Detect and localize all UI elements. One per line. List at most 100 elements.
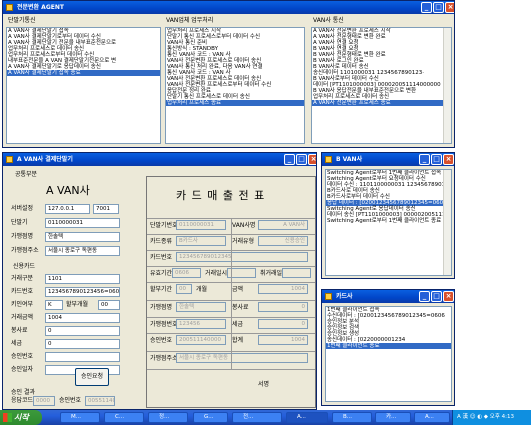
receipt-value: B카드사 — [176, 236, 226, 246]
minimize-button[interactable]: _ — [419, 154, 430, 165]
receipt-label: 취거래일 — [260, 270, 283, 277]
cardco-titlebar[interactable]: 카드사 _ □ × — [322, 290, 454, 303]
col-header-van-comm: VAN사 통신 — [313, 17, 344, 24]
taskbar-button[interactable]: B... — [332, 412, 372, 423]
receipt-value: 123456 — [176, 319, 226, 329]
taskbar-button[interactable]: G... — [193, 412, 228, 423]
log-line[interactable]: 업무처리 프로세스 종료 — [166, 100, 304, 106]
cardco-window: 카드사 _ □ × 1번째 클라이언트 접속 수신데이터 : [020012345… — [321, 289, 455, 406]
field-label: 봉사료 — [11, 327, 28, 334]
maximize-button[interactable]: □ — [296, 154, 307, 165]
cardco-title: 카드사 — [336, 293, 353, 300]
cardco-log[interactable]: 1번째 클라이언트 접속 수신데이터 : [0200123456789012345… — [325, 306, 452, 402]
receipt-value: 1004 — [258, 335, 308, 345]
scrollbar[interactable] — [443, 28, 451, 143]
receipt-panel: 카 드 매 출 전 표 단말기번호 0110000031 VAN사명 A VAN사 카드… — [146, 176, 316, 408]
taskbar-button[interactable]: 전... — [232, 412, 282, 423]
approval-no-label: 승인번호 — [59, 397, 82, 404]
app-icon — [6, 4, 13, 11]
taskbar-button[interactable]: 카... — [375, 412, 411, 423]
receipt-label: 유효기간 — [150, 270, 173, 277]
taskbar-button[interactable]: C... — [104, 412, 144, 423]
common-group-label: 공통부분 — [15, 171, 38, 178]
minimize-button[interactable]: _ — [284, 154, 295, 165]
approve-request-button[interactable]: 승인요청 — [75, 368, 109, 386]
receipt-value — [282, 268, 311, 278]
minimize-button[interactable]: _ — [421, 2, 432, 13]
taskbar-button[interactable]: 정... — [148, 412, 188, 423]
windows-flag-icon — [3, 413, 12, 422]
receipt-value: 한솔텍 — [176, 302, 226, 312]
receipt-label: 할부기간 — [150, 286, 173, 293]
installment-input[interactable]: 00 — [98, 300, 120, 310]
result-group-label: 승인 결과 — [11, 389, 35, 396]
receipt-label: 거래유형 — [232, 238, 255, 245]
terminal-log[interactable]: A VAN사 결제단말기 접속 A VAN사 결제단말기로부터 데이터 수신 A V… — [6, 27, 161, 144]
credit-group-label: 신용카드 — [13, 263, 36, 270]
field-label: 가맹점주소 — [11, 247, 39, 254]
receipt-label: 거래일시 — [205, 270, 228, 277]
agent-window: 전문변환 AGENT _ □ × 단말기통신 VAN업체 업무처리 VAN사 통… — [2, 0, 455, 148]
credit-field-input[interactable]: 1234567890123456=0606 — [45, 287, 120, 297]
taskbar: 시작 M... C... 정... G... 전... A... B... 카... A... … — [0, 410, 531, 425]
log-line[interactable]: 1번째 클라이언트 종료 — [326, 343, 451, 349]
close-button[interactable]: × — [443, 154, 454, 165]
col-header-terminal: 단말기통신 — [8, 17, 36, 24]
receipt-title: 카 드 매 출 전 표 — [176, 189, 266, 202]
agent-title: 전문변환 AGENT — [17, 4, 64, 11]
log-line[interactable]: Switching Agent로부터 1번째 클라이언트 종료 — [326, 218, 451, 224]
van-comm-log[interactable]: A VAN사 전문변환 프로세스 시작 A VAN사 전문형태로 변환 완료 A V… — [311, 27, 452, 144]
tray-icons: ☺ ◐ ◆ — [469, 414, 489, 420]
close-button[interactable]: × — [443, 291, 454, 302]
maximize-button[interactable]: □ — [431, 154, 442, 165]
credit-field-input[interactable] — [45, 352, 120, 362]
receipt-label: 가맹점명 — [150, 304, 173, 311]
receipt-label: VAN사명 — [232, 222, 256, 229]
server-port-input[interactable]: 7001 — [93, 204, 119, 214]
receipt-label: 카드종류 — [150, 238, 173, 245]
credit-field-input[interactable]: 0 — [45, 326, 120, 336]
scrollbar[interactable] — [443, 170, 451, 275]
server-ip-input[interactable]: 127.0.0.1 — [45, 204, 90, 214]
brand-label: A VAN사 — [46, 184, 90, 197]
agent-titlebar[interactable]: 전문변환 AGENT _ □ × — [3, 1, 454, 14]
receipt-col-line — [231, 218, 232, 370]
close-button[interactable]: × — [445, 2, 454, 13]
credit-field-input[interactable]: K — [45, 300, 63, 310]
credit-field-input[interactable]: 1101 — [45, 274, 120, 284]
taskbar-button[interactable]: A... — [286, 412, 328, 423]
taskbar-button[interactable]: A... — [414, 412, 450, 423]
credit-field-input[interactable]: 1004 — [45, 313, 120, 323]
bvan-titlebar[interactable]: B VAN사 _ □ × — [322, 153, 454, 166]
maximize-button[interactable]: □ — [433, 2, 444, 13]
close-button[interactable]: × — [308, 154, 316, 165]
log-line[interactable]: A VAN사 결제단말기 접속 종료 — [7, 70, 160, 76]
merchant-name-input[interactable]: 한솔텍 — [45, 232, 120, 242]
bvan-log[interactable]: Switching Agent로부터 1번째 클라이언트 접속 Switching… — [325, 169, 452, 276]
installment-label: 할부개월 — [66, 301, 89, 308]
log-line[interactable]: A VAN사 전문변환 프로세스 종료 — [312, 100, 451, 106]
merchant-addr-input[interactable]: 서울시 종로구 독편동 — [45, 246, 120, 256]
van-process-log[interactable]: 업무처리 프로세스 시작 단말기 통신 프로세스로부터 데이터 수신 VAN사 통신… — [165, 27, 305, 144]
receipt-value: 0606 — [172, 268, 201, 278]
ime-indicator[interactable]: A 漢 — [457, 414, 468, 420]
terminal-titlebar[interactable]: A VAN사 결제단말기 _ □ × — [3, 153, 316, 166]
field-label: 카드번호 — [11, 288, 34, 295]
receipt-value: 0110000031 — [176, 220, 226, 230]
bvan-window: B VAN사 _ □ × Switching Agent로부터 1번째 클라이언… — [321, 152, 455, 279]
field-label: 키인여부 — [11, 301, 34, 308]
clock: 오후 4:13 — [489, 414, 515, 420]
receipt-value: 00 — [176, 284, 192, 294]
field-label: 서버설정 — [11, 205, 34, 212]
receipt-label: 단말기번호 — [150, 222, 178, 229]
receipt-label: 승인번호 — [150, 337, 173, 344]
maximize-button[interactable]: □ — [431, 291, 442, 302]
bvan-title: B VAN사 — [336, 156, 363, 163]
taskbar-button[interactable]: M... — [60, 412, 100, 423]
start-button[interactable]: 시작 — [0, 410, 42, 425]
terminal-id-input[interactable]: 0110000031 — [45, 218, 120, 228]
minimize-button[interactable]: _ — [419, 291, 430, 302]
credit-field-input[interactable]: 0 — [45, 339, 120, 349]
receipt-value: 0 — [258, 302, 308, 312]
receipt-value: 1004 — [258, 284, 308, 294]
